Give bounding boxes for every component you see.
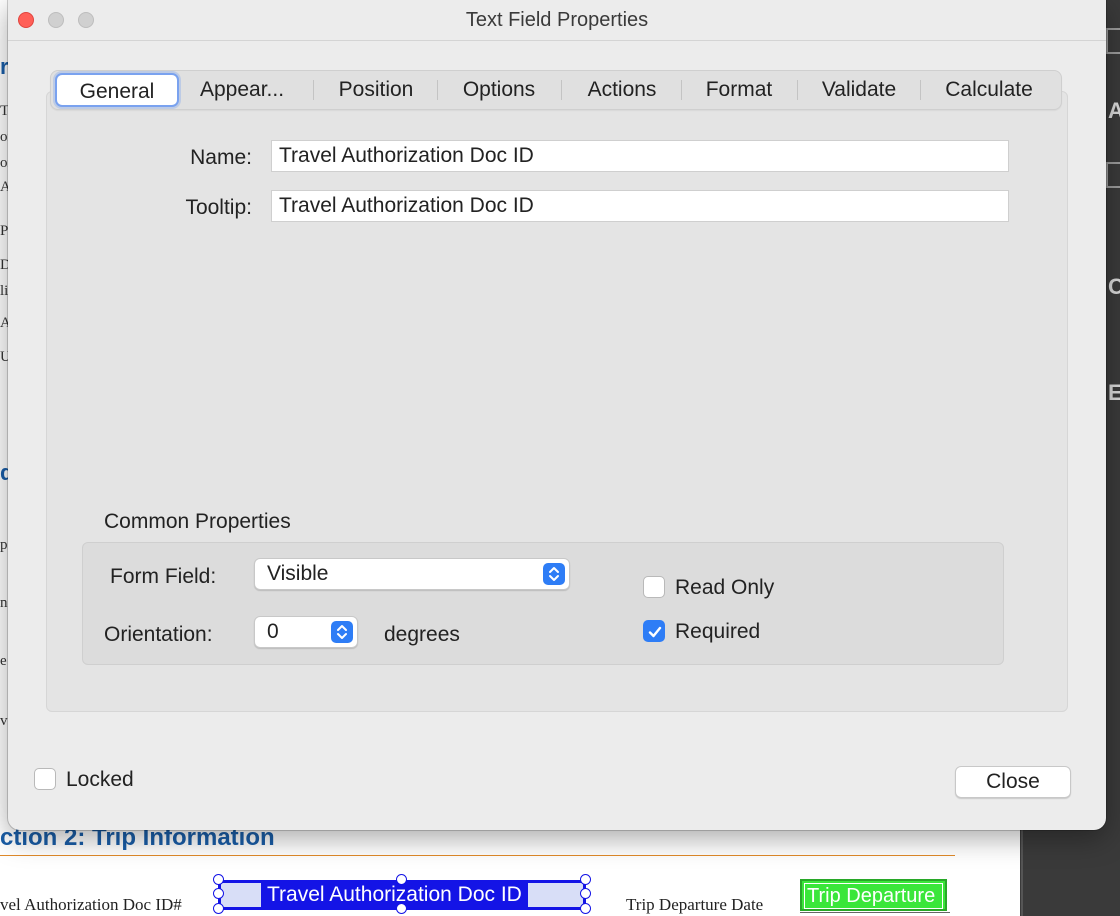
common-properties-title: Common Properties [104, 510, 291, 533]
tab-options[interactable]: Options [444, 71, 554, 109]
form-field-select[interactable]: Visible [254, 558, 570, 590]
resize-handle[interactable] [580, 888, 591, 899]
panel-glyph: E [1108, 380, 1120, 405]
orientation-label: Orientation: [104, 623, 213, 646]
read-only-label[interactable]: Read Only [675, 576, 774, 600]
resize-handle[interactable] [396, 903, 407, 914]
title-bar[interactable]: Text Field Properties [8, 0, 1106, 41]
orientation-select[interactable]: 0 [254, 616, 358, 648]
tab-bar: General Appear... Position Options Actio… [50, 70, 1062, 110]
orientation-selected-value: 0 [267, 620, 279, 643]
resize-handle[interactable] [213, 874, 224, 885]
panel-mark [1106, 162, 1120, 188]
doc-id-label: vel Authorization Doc ID# [0, 895, 182, 914]
tab-calculate[interactable]: Calculate [927, 71, 1051, 109]
trip-departure-field-text: Trip Departure [804, 883, 943, 909]
field-underline [800, 912, 950, 913]
tab-position[interactable]: Position [321, 71, 431, 109]
required-label[interactable]: Required [675, 620, 760, 644]
tooltip-input[interactable] [271, 190, 1009, 222]
tab-format[interactable]: Format [687, 71, 791, 109]
trip-departure-label: Trip Departure Date [626, 895, 764, 914]
panel-mark [1106, 28, 1120, 54]
resize-handle[interactable] [580, 903, 591, 914]
panel-glyph: C [1108, 274, 1120, 299]
tab-separator [561, 80, 562, 100]
read-only-checkbox[interactable] [643, 576, 665, 598]
resize-handle[interactable] [580, 874, 591, 885]
window-title: Text Field Properties [465, 9, 649, 31]
locked-label[interactable]: Locked [66, 768, 134, 792]
name-input[interactable] [271, 140, 1009, 172]
tab-validate[interactable]: Validate [803, 71, 915, 109]
tab-separator [313, 80, 314, 100]
common-properties-group: Form Field: Visible Orientation: 0 degre… [82, 542, 1004, 665]
checkmark-icon [648, 626, 662, 638]
tooltip-label: Tooltip: [185, 196, 252, 219]
resize-handle[interactable] [213, 888, 224, 899]
resize-handle[interactable] [396, 874, 407, 885]
trip-departure-form-field[interactable]: Trip Departure [800, 879, 947, 911]
panel-glyph: A [1108, 98, 1120, 123]
section-divider [0, 855, 955, 856]
tab-general[interactable]: General [55, 73, 179, 107]
form-field-label: Form Field: [110, 565, 217, 588]
doc-id-field-text: Travel Authorization Doc ID [261, 883, 528, 907]
tab-separator [681, 80, 682, 100]
required-checkbox[interactable] [643, 620, 665, 642]
text-field-properties-dialog: Text Field Properties General Appear... … [8, 0, 1106, 830]
name-label: Name: [190, 146, 252, 169]
tab-separator [797, 80, 798, 100]
close-button[interactable]: Close [955, 766, 1071, 798]
orientation-unit: degrees [384, 623, 460, 646]
tab-separator [437, 80, 438, 100]
resize-handle[interactable] [213, 903, 224, 914]
tab-appearance[interactable]: Appear... [185, 71, 299, 109]
up-down-chevron-icon [543, 563, 565, 585]
form-field-selected-value: Visible [267, 562, 329, 585]
doc-fragment: e [0, 653, 7, 669]
locked-checkbox[interactable] [34, 768, 56, 790]
tab-separator [920, 80, 921, 100]
tab-actions[interactable]: Actions [567, 71, 677, 109]
up-down-chevron-icon [331, 621, 353, 643]
doc-fragment: n [0, 595, 8, 611]
